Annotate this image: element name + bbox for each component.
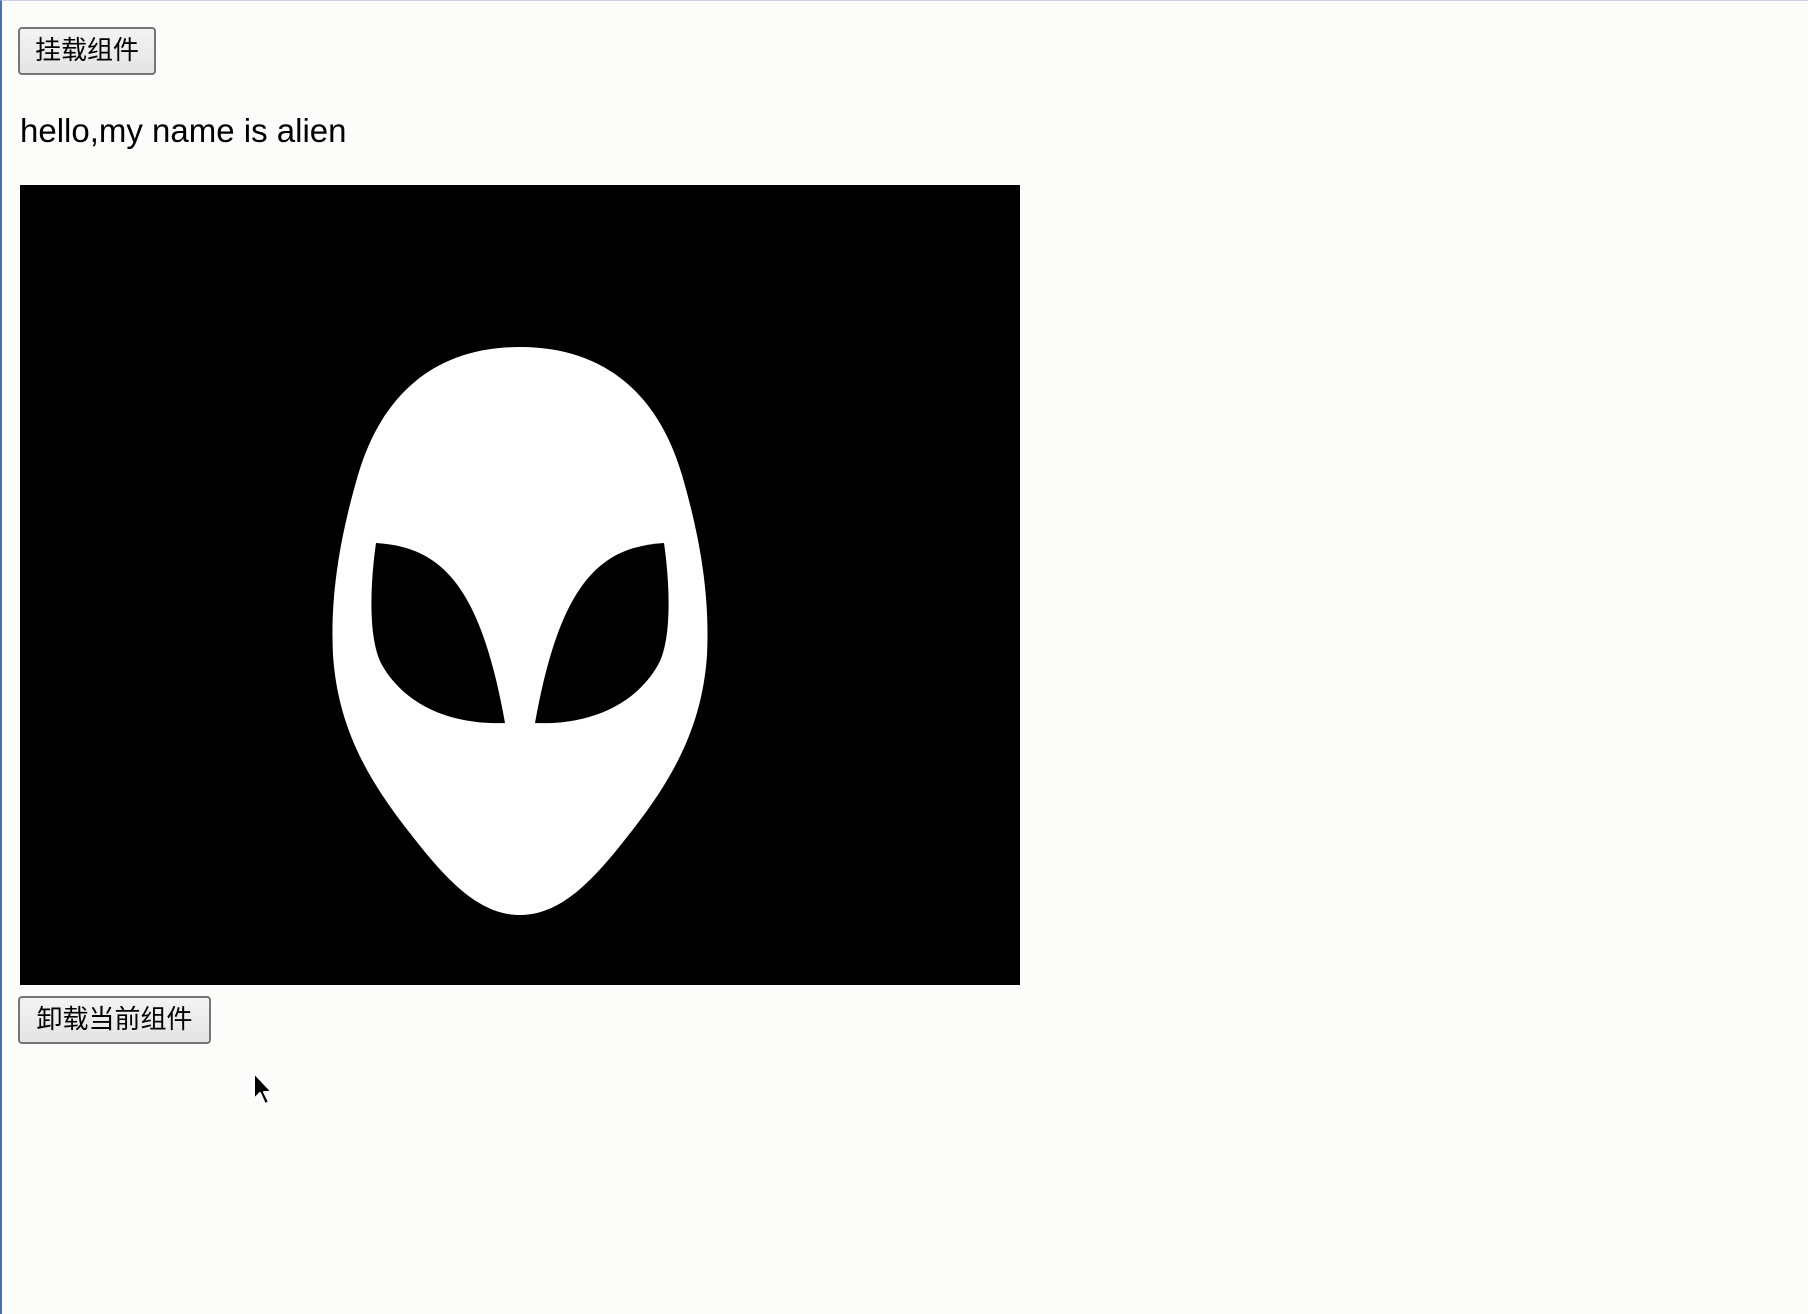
mount-component-button[interactable]: 挂载组件 [18,27,156,75]
page-frame: 挂载组件 hello,my name is alien 卸载当前组件 [0,0,1808,1314]
mouse-pointer-icon [252,1071,276,1107]
alien-head-icon [20,185,1020,985]
unmount-component-button[interactable]: 卸载当前组件 [18,996,211,1044]
alien-image [20,185,1020,985]
greeting-text: hello,my name is alien [20,112,347,149]
